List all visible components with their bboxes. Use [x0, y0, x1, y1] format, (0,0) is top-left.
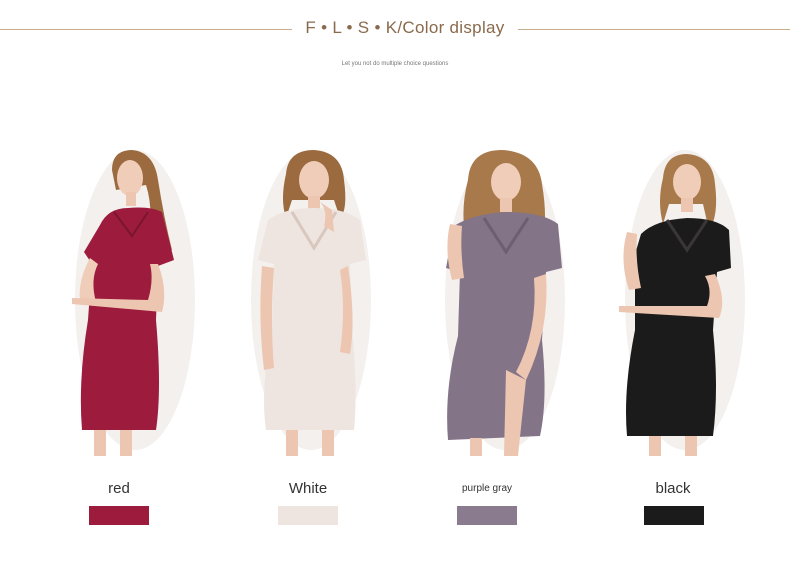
- model-figure: [251, 150, 371, 456]
- color-swatch-purple-gray[interactable]: [457, 506, 517, 525]
- product-image-red[interactable]: [50, 140, 200, 460]
- color-label-white: White: [288, 480, 328, 497]
- color-label-black: black: [655, 480, 691, 497]
- product-image-white[interactable]: [236, 140, 386, 460]
- model-figure: [445, 150, 565, 456]
- product-image-black[interactable]: [605, 140, 755, 460]
- color-swatch-white[interactable]: [278, 506, 338, 525]
- page-subtitle: Let you not do multiple choice questions: [341, 61, 449, 67]
- color-label-red: red: [108, 480, 130, 497]
- color-label-purple-gray: purple gray: [461, 483, 513, 494]
- model-figure: [72, 150, 195, 456]
- divider-right: [518, 29, 790, 30]
- product-image-purple-gray[interactable]: [430, 140, 580, 460]
- model-figure: [619, 150, 745, 456]
- page-title: F • L • S • K/Color display: [305, 18, 505, 37]
- color-swatch-red[interactable]: [89, 506, 149, 525]
- section-header: F • L • S • K/Color display Let you not …: [0, 0, 790, 80]
- color-swatch-black[interactable]: [644, 506, 704, 525]
- divider-left: [0, 29, 292, 30]
